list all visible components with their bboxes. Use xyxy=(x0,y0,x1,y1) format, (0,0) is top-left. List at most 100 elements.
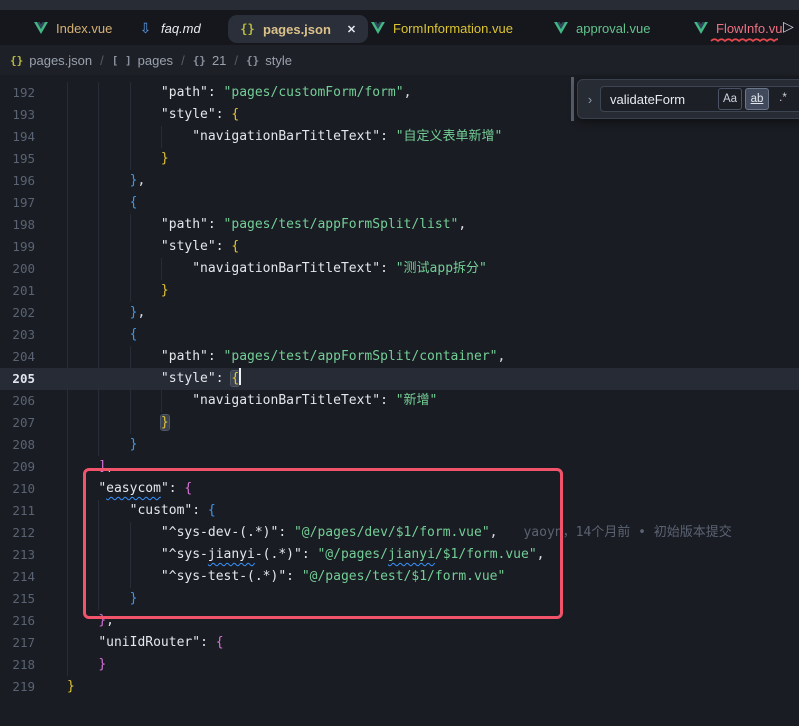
code-line-204[interactable]: 204 "path": "pages/test/appFormSplit/con… xyxy=(0,346,799,368)
indent-guide xyxy=(98,280,99,302)
tab-bar: Index.vue⇩faq.md{}pages.json✕FormInforma… xyxy=(0,10,799,45)
code-line-197[interactable]: 197 { xyxy=(0,192,799,214)
code-line-200[interactable]: 200 "navigationBarTitleText": "测试app拆分" xyxy=(0,258,799,280)
indent-guide xyxy=(98,192,99,214)
line-number: 198 xyxy=(0,214,35,236)
indent-guide xyxy=(67,632,68,654)
tab-label: pages.json xyxy=(263,22,331,37)
code-line-207[interactable]: 207 } xyxy=(0,412,799,434)
tab-faq-md[interactable]: ⇩faq.md xyxy=(138,14,201,42)
line-content: "^sys-test-(.*)": "@/pages/test/$1/form.… xyxy=(35,566,505,588)
tab-label: faq.md xyxy=(161,21,201,36)
code-line-213[interactable]: 213 "^sys-jianyi-(.*)": "@/pages/jianyi/… xyxy=(0,544,799,566)
breadcrumb-label: style xyxy=(265,53,292,68)
code-line-202[interactable]: 202 }, xyxy=(0,302,799,324)
line-number: 211 xyxy=(0,500,35,522)
indent-guide xyxy=(67,236,68,258)
line-number: 197 xyxy=(0,192,35,214)
code-line-199[interactable]: 199 "style": { xyxy=(0,236,799,258)
breadcrumb-item-pages-json[interactable]: {}pages.json xyxy=(10,53,92,68)
indent-guide xyxy=(67,324,68,346)
indent-guide xyxy=(67,170,68,192)
indent-guide xyxy=(67,82,68,104)
tab-forminformation-vue[interactable]: FormInformation.vue xyxy=(370,14,513,42)
code-line-195[interactable]: 195 } xyxy=(0,148,799,170)
line-number: 206 xyxy=(0,390,35,412)
line-number: 210 xyxy=(0,478,35,500)
indent-guide xyxy=(67,566,68,588)
match-case-toggle[interactable]: Aa xyxy=(718,88,742,110)
code-line-219[interactable]: 219} xyxy=(0,676,799,698)
indent-guide xyxy=(130,214,131,236)
code-line-201[interactable]: 201 } xyxy=(0,280,799,302)
code-line-196[interactable]: 196 }, xyxy=(0,170,799,192)
tab-scroll-right-icon[interactable]: ▷ xyxy=(783,18,794,35)
indent-guide xyxy=(130,544,131,566)
code-line-203[interactable]: 203 { xyxy=(0,324,799,346)
breadcrumb-item-pages[interactable]: [ ]pages xyxy=(112,53,173,68)
indent-guide xyxy=(130,566,131,588)
breadcrumb-separator: / xyxy=(100,53,104,68)
indent-guide xyxy=(130,104,131,126)
tab-flowinfo-vu[interactable]: FlowInfo.vu xyxy=(693,14,782,42)
vue-icon xyxy=(371,22,385,34)
indent-guide xyxy=(67,478,68,500)
code-line-214[interactable]: 214 "^sys-test-(.*)": "@/pages/test/$1/f… xyxy=(0,566,799,588)
indent-guide xyxy=(130,522,131,544)
titlebar-strip xyxy=(0,0,799,10)
indent-guide xyxy=(130,368,131,390)
code-line-210[interactable]: 210 "easycom": { xyxy=(0,478,799,500)
indent-guide xyxy=(98,346,99,368)
tab-label: FormInformation.vue xyxy=(393,21,513,36)
indent-guide xyxy=(67,104,68,126)
code-line-208[interactable]: 208 } xyxy=(0,434,799,456)
code-line-205[interactable]: 205 "style": { xyxy=(0,368,799,390)
indent-guide xyxy=(161,126,162,148)
tab-approval-vue[interactable]: approval.vue xyxy=(553,14,650,42)
line-content: ], xyxy=(35,456,114,478)
indent-guide xyxy=(130,346,131,368)
whole-word-toggle[interactable]: ab xyxy=(745,88,769,110)
code-line-212[interactable]: 212 "^sys-dev-(.*)": "@/pages/dev/$1/for… xyxy=(0,522,799,544)
line-content: "uniIdRouter": { xyxy=(35,632,224,654)
tab-pages-json[interactable]: {}pages.json✕ xyxy=(228,15,368,43)
indent-guide xyxy=(67,302,68,324)
line-number: 192 xyxy=(0,82,35,104)
find-expand-chevron-icon[interactable]: › xyxy=(582,92,598,107)
breadcrumb-label: pages.json xyxy=(29,53,92,68)
breadcrumb-separator: / xyxy=(234,53,238,68)
indent-guide xyxy=(98,324,99,346)
code-line-216[interactable]: 216 }, xyxy=(0,610,799,632)
regex-toggle[interactable]: .* xyxy=(772,88,794,108)
indent-guide xyxy=(98,500,99,522)
tab-index-vue[interactable]: Index.vue xyxy=(33,14,112,42)
code-line-198[interactable]: 198 "path": "pages/test/appFormSplit/lis… xyxy=(0,214,799,236)
indent-guide xyxy=(67,654,68,676)
indent-guide xyxy=(98,214,99,236)
tab-close-icon[interactable]: ✕ xyxy=(347,23,356,36)
line-number: 216 xyxy=(0,610,35,632)
code-line-215[interactable]: 215 } xyxy=(0,588,799,610)
code-line-218[interactable]: 218 } xyxy=(0,654,799,676)
vue-icon xyxy=(694,22,708,34)
line-number: 200 xyxy=(0,258,35,280)
breadcrumb: {}pages.json/[ ]pages/{}21/{}style xyxy=(0,45,799,75)
indent-guide xyxy=(98,236,99,258)
line-content: "style": { xyxy=(35,368,241,390)
code-line-211[interactable]: 211 "custom": { xyxy=(0,500,799,522)
code-line-217[interactable]: 217 "uniIdRouter": { xyxy=(0,632,799,654)
editor[interactable]: 192 "path": "pages/customForm/form",193 … xyxy=(0,75,799,726)
line-content: { xyxy=(35,324,137,346)
vue-icon xyxy=(34,22,48,34)
indent-guide xyxy=(67,280,68,302)
line-number: 214 xyxy=(0,566,35,588)
code-line-209[interactable]: 209 ], xyxy=(0,456,799,478)
breadcrumb-item-21[interactable]: {}21 xyxy=(193,53,227,68)
find-input[interactable] xyxy=(610,92,718,107)
indent-guide xyxy=(98,104,99,126)
code-line-206[interactable]: 206 "navigationBarTitleText": "新增" xyxy=(0,390,799,412)
code-line-194[interactable]: 194 "navigationBarTitleText": "自定义表单新增" xyxy=(0,126,799,148)
find-widget-sash[interactable] xyxy=(571,77,574,121)
indent-guide xyxy=(67,434,68,456)
breadcrumb-item-style[interactable]: {}style xyxy=(246,53,292,68)
